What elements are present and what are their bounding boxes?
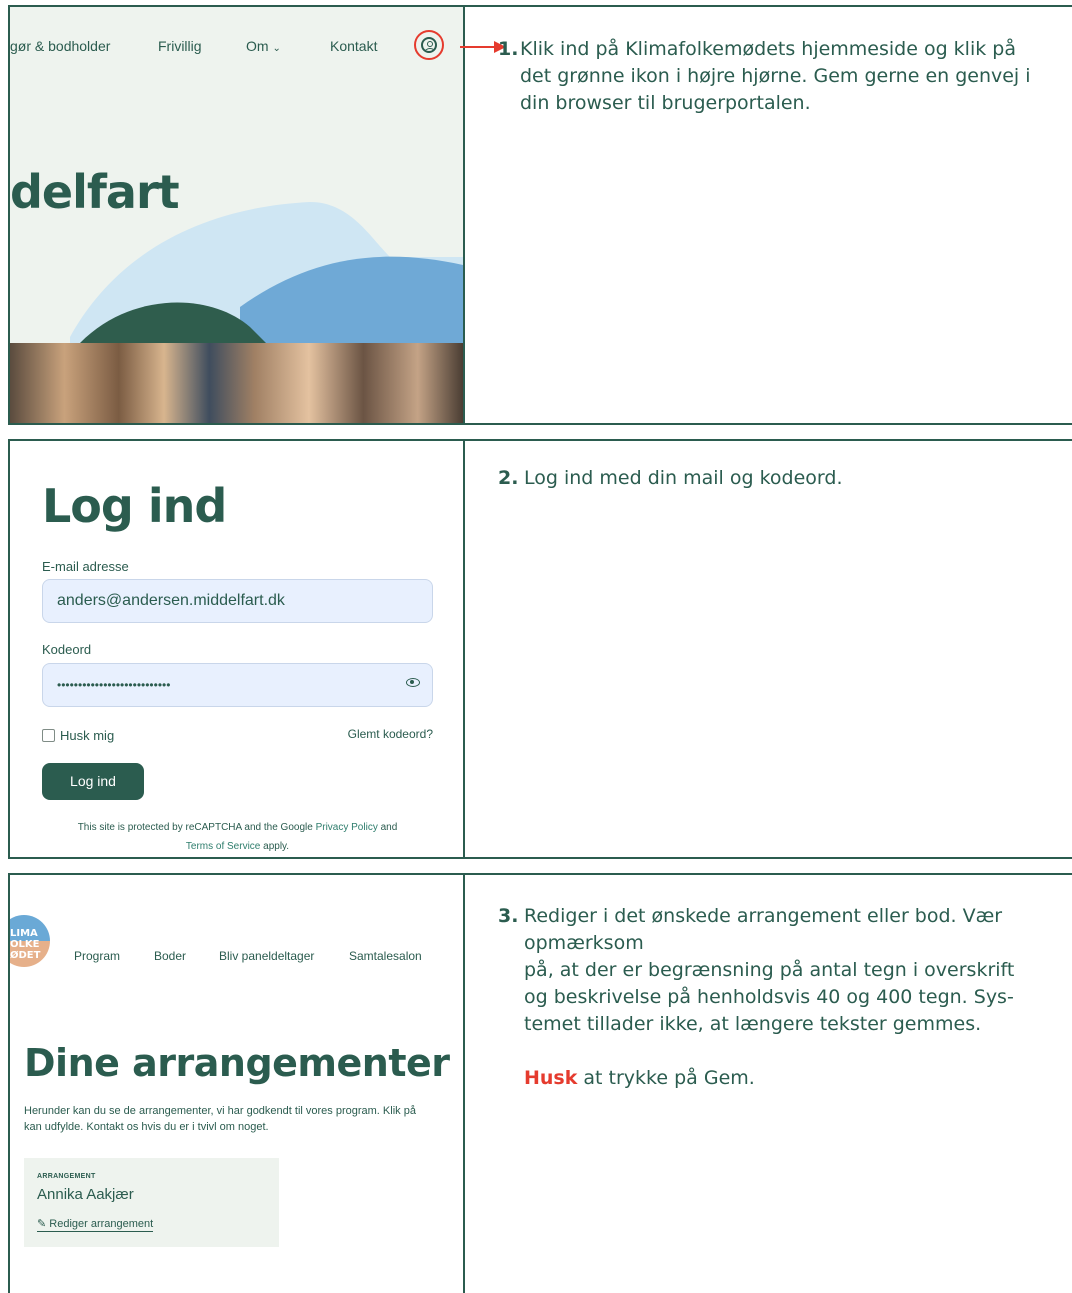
login-title: Log ind xyxy=(42,479,227,533)
forgot-password-link[interactable]: Glemt kodeord? xyxy=(348,727,433,741)
step-number: 1. xyxy=(498,38,519,60)
remember-label: Husk mig xyxy=(60,728,115,743)
terms-link[interactable]: Terms of Service xyxy=(186,841,260,852)
step-2-instruction: 2. Log ind med din mail og kodeord. xyxy=(498,465,1042,492)
nav-item-frivillig[interactable]: Frivillig xyxy=(158,38,202,54)
step-text-2: på, at der er begrænsning på antal tegn … xyxy=(524,959,1015,1035)
email-field[interactable]: anders@andersen.middelfart.dk xyxy=(42,579,433,623)
card-kind: ARRANGEMENT xyxy=(37,1173,96,1180)
recaptcha-notice: This site is protected by reCAPTCHA and … xyxy=(77,822,398,852)
password-label: Kodeord xyxy=(42,642,92,657)
nav-item-om[interactable]: Om ⌄ xyxy=(246,38,281,54)
edit-event-link[interactable]: ✎ Rediger arrangement xyxy=(37,1217,154,1232)
login-screenshot: Log ind E-mail adresse anders@andersen.m… xyxy=(10,441,465,857)
step-3-panel: LIMA OLKE ØDET Program Boder Bliv paneld… xyxy=(8,873,1072,1293)
login-button[interactable]: Log ind xyxy=(42,763,144,800)
privacy-link[interactable]: Privacy Policy xyxy=(316,822,378,833)
user-portal-highlight[interactable] xyxy=(414,30,444,60)
step-number: 2. xyxy=(498,467,519,489)
nav-item-program[interactable]: Program xyxy=(74,949,120,963)
user-icon xyxy=(421,37,437,53)
nav-item-kontakt[interactable]: Kontakt xyxy=(330,38,377,54)
step-3-instruction: 3. Rediger i det ønskede arrangement ell… xyxy=(498,903,1042,1092)
nav-item-samtalesalon[interactable]: Samtalesalon xyxy=(349,949,422,963)
step-text-1: Rediger i det ønskede arrangement eller … xyxy=(524,905,1003,954)
card-name: Annika Aakjær xyxy=(37,1186,134,1203)
step-number: 3. xyxy=(498,905,519,927)
site-nav: gør & bodholder Frivillig Om ⌄ Kontakt xyxy=(10,38,463,60)
remember-checkbox[interactable] xyxy=(42,729,55,742)
crowd-photo xyxy=(10,343,463,423)
step-1-instruction: 1. Klik ind på Klimafolkemødets hjemmesi… xyxy=(498,36,1042,117)
step-1-panel: gør & bodholder Frivillig Om ⌄ Kontakt d… xyxy=(8,5,1072,425)
intro-text: Herunder kan du se de arrangementer, vi … xyxy=(24,1105,416,1133)
nav-item-paneldeltager[interactable]: Bliv paneldeltager xyxy=(219,949,314,963)
step-text: Klik ind på Klimafolkemødets hjemmeside … xyxy=(520,38,1031,114)
nav-item-boder[interactable]: Boder xyxy=(154,949,186,963)
nav-item-udstiller[interactable]: gør & bodholder xyxy=(10,38,110,54)
events-screenshot: LIMA OLKE ØDET Program Boder Bliv paneld… xyxy=(10,875,465,1293)
hero-title: delfart xyxy=(10,165,180,219)
edit-icon: ✎ xyxy=(37,1218,47,1230)
event-card: ARRANGEMENT Annika Aakjær ✎ Rediger arra… xyxy=(24,1158,279,1247)
page-title: Dine arrangementer xyxy=(24,1041,450,1085)
email-label: E-mail adresse xyxy=(42,559,129,574)
chevron-down-icon: ⌄ xyxy=(272,43,281,54)
klimafolkemodet-logo: LIMA OLKE ØDET xyxy=(10,915,50,967)
step-text: Log ind med din mail og kodeord. xyxy=(524,467,843,489)
reminder: Husk at trykke på Gem. xyxy=(524,1067,755,1089)
step-2-panel: Log ind E-mail adresse anders@andersen.m… xyxy=(8,439,1072,859)
homepage-screenshot: gør & bodholder Frivillig Om ⌄ Kontakt d… xyxy=(10,7,465,423)
password-field[interactable]: ••••••••••••••••••••••••••• xyxy=(42,663,433,707)
eye-icon[interactable] xyxy=(406,678,420,687)
